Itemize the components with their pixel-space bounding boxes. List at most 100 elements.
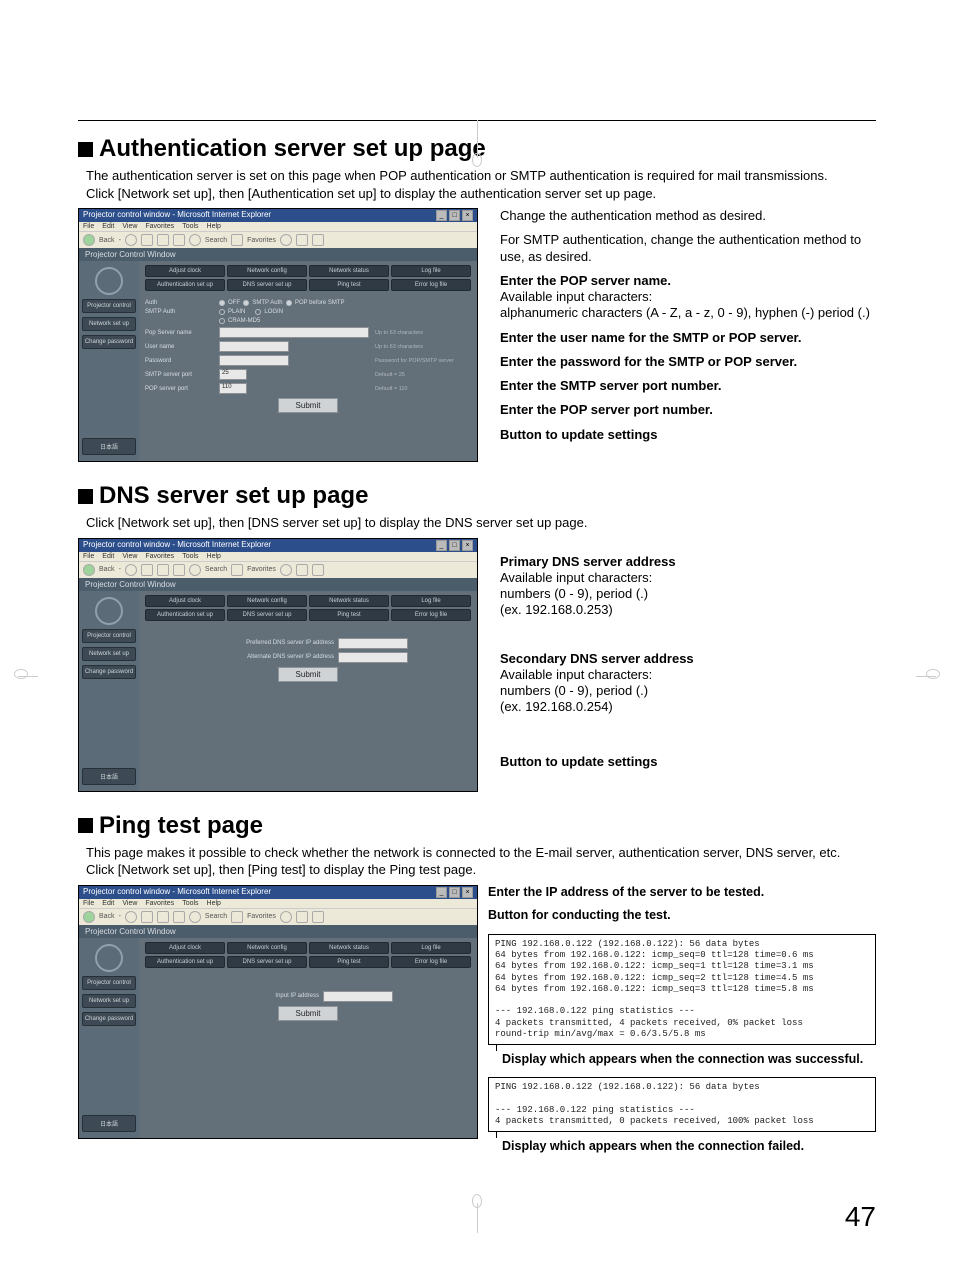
pop-server-input[interactable] [219,327,369,338]
tab-log-file[interactable]: Log file [391,265,471,277]
submit-button-auth[interactable]: Submit [278,398,338,413]
search-icon[interactable] [189,234,201,246]
back-icon[interactable] [83,234,95,246]
submit-button-dns[interactable]: Submit [278,667,338,682]
favorites-icon[interactable] [231,234,243,246]
menu-file[interactable]: File [83,900,94,907]
print-icon[interactable] [312,911,324,923]
menu-help[interactable]: Help [207,553,221,560]
sidebar-network-setup[interactable]: Network set up [82,994,136,1008]
username-input[interactable] [219,341,289,352]
menu-file[interactable]: File [83,223,94,230]
smtp-port-input[interactable]: 25 [219,369,247,380]
password-input[interactable] [219,355,289,366]
stop-icon[interactable] [141,234,153,246]
tab-auth-setup[interactable]: Authentication set up [145,609,225,621]
tab-log-file[interactable]: Log file [391,595,471,607]
menu-favorites[interactable]: Favorites [145,900,174,907]
home-icon[interactable] [173,564,185,576]
history-icon[interactable] [280,564,292,576]
back-icon[interactable] [83,564,95,576]
minimize-icon[interactable]: _ [436,210,447,221]
menu-help[interactable]: Help [207,900,221,907]
tab-dns-setup[interactable]: DNS server set up [227,279,307,291]
menu-tools[interactable]: Tools [182,223,198,230]
print-icon[interactable] [312,234,324,246]
close-icon[interactable]: × [462,887,473,898]
stop-icon[interactable] [141,564,153,576]
favorites-icon[interactable] [231,564,243,576]
refresh-icon[interactable] [157,564,169,576]
pop-port-input[interactable]: 110 [219,383,247,394]
menu-file[interactable]: File [83,553,94,560]
tab-network-config[interactable]: Network config [227,595,307,607]
forward-icon[interactable] [125,234,137,246]
tab-error-log[interactable]: Error log file [391,609,471,621]
menu-view[interactable]: View [122,900,137,907]
refresh-icon[interactable] [157,234,169,246]
refresh-icon[interactable] [157,911,169,923]
sidebar-japanese[interactable]: 日本語 [82,768,136,785]
back-icon[interactable] [83,911,95,923]
auth-radio-smtp[interactable] [243,300,249,306]
sidebar-projector-control[interactable]: Projector control [82,629,136,643]
close-icon[interactable]: × [462,540,473,551]
mail-icon[interactable] [296,234,308,246]
menu-favorites[interactable]: Favorites [145,223,174,230]
submit-button-ping[interactable]: Submit [278,1006,338,1021]
sidebar-projector-control[interactable]: Projector control [82,976,136,990]
forward-icon[interactable] [125,911,137,923]
menu-tools[interactable]: Tools [182,900,198,907]
tab-error-log[interactable]: Error log file [391,956,471,968]
input-ip-field[interactable] [323,991,393,1002]
tab-dns-setup[interactable]: DNS server set up [227,609,307,621]
auth-radio-off[interactable] [219,300,225,306]
forward-icon[interactable] [125,564,137,576]
menu-favorites[interactable]: Favorites [145,553,174,560]
sidebar-change-password[interactable]: Change password [82,335,136,349]
smtp-radio-plain[interactable] [219,309,225,315]
menu-edit[interactable]: Edit [102,553,114,560]
tab-auth-setup[interactable]: Authentication set up [145,279,225,291]
smtp-radio-login[interactable] [255,309,261,315]
sidebar-network-setup[interactable]: Network set up [82,317,136,331]
sidebar-change-password[interactable]: Change password [82,1012,136,1026]
pref-dns-input[interactable] [338,638,408,649]
tab-ping-test[interactable]: Ping test [309,956,389,968]
print-icon[interactable] [312,564,324,576]
tab-log-file[interactable]: Log file [391,942,471,954]
tab-dns-setup[interactable]: DNS server set up [227,956,307,968]
menu-edit[interactable]: Edit [102,900,114,907]
menu-view[interactable]: View [122,223,137,230]
stop-icon[interactable] [141,911,153,923]
tab-adjust-clock[interactable]: Adjust clock [145,265,225,277]
minimize-icon[interactable]: _ [436,887,447,898]
tab-adjust-clock[interactable]: Adjust clock [145,595,225,607]
search-icon[interactable] [189,911,201,923]
maximize-icon[interactable]: □ [449,887,460,898]
minimize-icon[interactable]: _ [436,540,447,551]
maximize-icon[interactable]: □ [449,540,460,551]
menu-tools[interactable]: Tools [182,553,198,560]
menu-help[interactable]: Help [207,223,221,230]
sidebar-japanese[interactable]: 日本語 [82,1115,136,1132]
smtp-radio-cram[interactable] [219,318,225,324]
mail-icon[interactable] [296,564,308,576]
history-icon[interactable] [280,911,292,923]
tab-network-config[interactable]: Network config [227,265,307,277]
menu-view[interactable]: View [122,553,137,560]
menu-edit[interactable]: Edit [102,223,114,230]
search-icon[interactable] [189,564,201,576]
tab-ping-test[interactable]: Ping test [309,279,389,291]
alt-dns-input[interactable] [338,652,408,663]
tab-network-status[interactable]: Network status [309,265,389,277]
auth-radio-pop[interactable] [286,300,292,306]
tab-network-config[interactable]: Network config [227,942,307,954]
tab-auth-setup[interactable]: Authentication set up [145,956,225,968]
sidebar-projector-control[interactable]: Projector control [82,299,136,313]
sidebar-japanese[interactable]: 日本語 [82,438,136,455]
tab-adjust-clock[interactable]: Adjust clock [145,942,225,954]
tab-network-status[interactable]: Network status [309,942,389,954]
home-icon[interactable] [173,234,185,246]
home-icon[interactable] [173,911,185,923]
